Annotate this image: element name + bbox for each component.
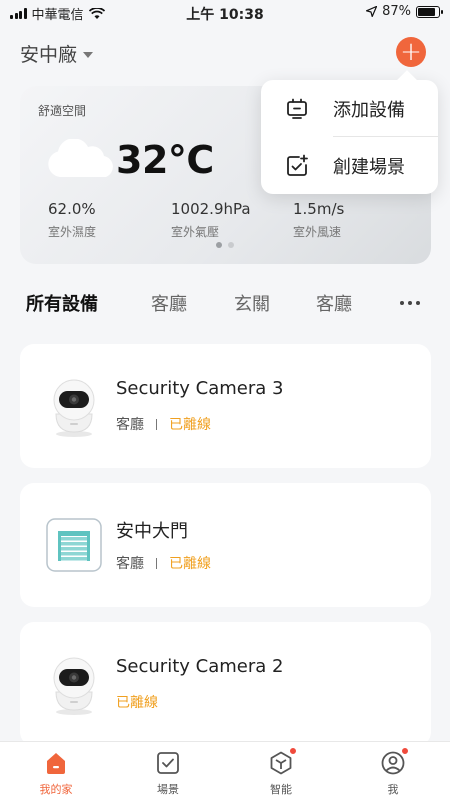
- create-scene-icon: [287, 154, 308, 176]
- wind-value: 1.5m/s: [293, 200, 345, 218]
- nav-item-me[interactable]: 我: [353, 747, 433, 797]
- camera-icon: [53, 657, 95, 715]
- carousel-dot-active: [216, 242, 222, 248]
- camera-icon: [53, 379, 95, 437]
- tab-entrance[interactable]: 玄關: [234, 290, 270, 316]
- menu-item-label: 創建場景: [333, 156, 405, 178]
- humidity-stat: 62.0% 室外濕度: [48, 200, 96, 240]
- location-arrow-icon: [366, 6, 378, 17]
- pressure-value: 1002.9hPa: [171, 200, 251, 218]
- meta-separator: [156, 557, 157, 569]
- device-meta: 已離線: [116, 692, 158, 712]
- bottom-nav: 我的家 場景 智能 我: [0, 741, 450, 800]
- device-name: 安中大門: [116, 521, 188, 542]
- meta-separator: [156, 418, 157, 430]
- weather-label: 舒適空間: [38, 104, 87, 118]
- device-meta: 客廳 已離線: [116, 553, 211, 573]
- home-icon: [43, 750, 69, 776]
- status-bar: 中華電信 上午 10:38 87%: [0, 0, 450, 26]
- add-button[interactable]: +: [396, 37, 426, 67]
- tab-living-room[interactable]: 客廳: [151, 290, 187, 316]
- caret-down-icon: [83, 51, 94, 58]
- tab-all-devices[interactable]: 所有設備: [26, 290, 98, 316]
- smart-icon: [268, 747, 297, 776]
- menu-item-label: 添加設備: [333, 99, 405, 121]
- pressure-label: 室外氣壓: [171, 225, 220, 239]
- device-name: Security Camera 2: [116, 656, 284, 677]
- humidity-label: 室外濕度: [48, 225, 97, 239]
- nav-label: 我的家: [39, 783, 73, 796]
- wind-label: 室外風速: [293, 225, 342, 239]
- nav-label: 智能: [270, 783, 292, 796]
- add-device-icon: [287, 98, 307, 119]
- wind-stat: 1.5m/s 室外風速: [293, 200, 344, 240]
- temperature: 32°C: [116, 138, 214, 182]
- device-room: 客廳: [116, 556, 144, 572]
- home-name: 安中廠: [20, 44, 78, 66]
- profile-icon: [380, 747, 409, 776]
- cloud-icon: [48, 139, 113, 177]
- nav-label: 我: [387, 783, 399, 796]
- home-selector[interactable]: 安中廠: [20, 40, 94, 67]
- room-tabs: 所有設備 客廳 玄關 客廳: [26, 290, 426, 318]
- add-menu-popover: 添加設備 創建場景: [261, 80, 438, 194]
- battery-icon: [416, 5, 443, 18]
- humidity-value: 62.0%: [48, 200, 96, 218]
- garage-door-icon: [46, 518, 102, 572]
- menu-item-add-device[interactable]: 添加設備: [261, 80, 438, 137]
- menu-item-create-scene[interactable]: 創建場景: [261, 137, 438, 194]
- notification-badge: [289, 747, 297, 755]
- device-meta: 客廳 已離線: [116, 414, 211, 434]
- nav-item-scene[interactable]: 場景: [128, 750, 208, 797]
- device-status: 已離線: [169, 556, 211, 572]
- device-status: 已離線: [116, 695, 158, 711]
- tab-living-room-2[interactable]: 客廳: [316, 290, 352, 316]
- device-room: 客廳: [116, 417, 144, 433]
- nav-item-home[interactable]: 我的家: [16, 750, 96, 797]
- device-card[interactable]: 安中大門 客廳 已離線: [20, 483, 431, 607]
- battery-percent: 87%: [382, 4, 411, 19]
- notification-badge: [401, 747, 409, 755]
- device-name: Security Camera 3: [116, 378, 284, 399]
- device-status: 已離線: [169, 417, 211, 433]
- more-tabs-icon[interactable]: [400, 301, 420, 305]
- carousel-dots: [216, 242, 234, 248]
- device-card[interactable]: Security Camera 3 客廳 已離線: [20, 344, 431, 468]
- battery-level: [418, 7, 436, 16]
- pressure-stat: 1002.9hPa 室外氣壓: [171, 200, 251, 240]
- status-right: 87%: [366, 4, 443, 19]
- scene-icon: [155, 750, 181, 776]
- nav-item-smart[interactable]: 智能: [241, 747, 321, 797]
- nav-label: 場景: [157, 783, 179, 796]
- device-card[interactable]: Security Camera 2 已離線: [20, 622, 431, 746]
- carousel-dot: [228, 242, 234, 248]
